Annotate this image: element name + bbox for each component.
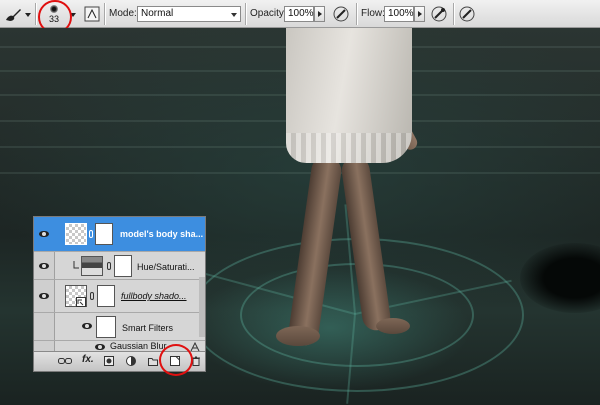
separator	[453, 3, 454, 25]
layer-name: fullbody shado...	[121, 291, 187, 301]
layer-name: Smart Filters	[122, 323, 174, 333]
brush-panel-toggle-icon[interactable]	[84, 6, 100, 22]
layer-mask-thumbnail[interactable]	[97, 285, 115, 307]
eye-icon[interactable]	[39, 293, 49, 299]
model-left-foot	[276, 326, 320, 346]
airbrush-pressure-opacity-icon[interactable]	[332, 5, 350, 23]
flow-slider-button[interactable]	[414, 6, 425, 22]
eye-icon[interactable]	[82, 323, 92, 329]
new-adjustment-layer-icon[interactable]	[126, 356, 136, 366]
layer-row-hue-saturation[interactable]: Hue/Saturati...	[34, 252, 205, 280]
opacity-label: Opacity:	[250, 8, 287, 19]
blend-mode-value: Normal	[141, 8, 174, 19]
new-group-icon[interactable]	[148, 356, 158, 366]
layer-thumbnail	[65, 223, 87, 245]
adjustment-thumbnail	[81, 256, 103, 276]
tool-options-bar: 33 Mode: Normal Opacity: 100% Flow: 100%	[0, 0, 600, 34]
flow-field[interactable]: 100%	[384, 6, 414, 22]
layer-mask-thumbnail[interactable]	[95, 223, 113, 245]
clipping-arrow-icon	[73, 261, 79, 269]
layers-scrollbar[interactable]	[199, 277, 205, 337]
separator	[104, 3, 105, 25]
link-chain-icon[interactable]	[89, 230, 93, 238]
filter-mask-thumbnail[interactable]	[96, 316, 116, 338]
layer-mask-thumbnail[interactable]	[114, 255, 132, 277]
eye-icon[interactable]	[39, 231, 49, 237]
layer-name: model's body sha...	[120, 229, 204, 239]
opacity-value: 100%	[288, 8, 314, 19]
flow-value: 100%	[388, 8, 414, 19]
chevron-down-icon	[231, 13, 237, 17]
link-chain-icon[interactable]	[107, 262, 111, 270]
eye-icon[interactable]	[95, 344, 105, 350]
link-layers-icon[interactable]	[58, 356, 72, 366]
model-dress	[286, 28, 412, 163]
stair-step	[0, 172, 600, 174]
separator	[35, 3, 36, 25]
tool-preset-dropdown-arrow[interactable]	[25, 13, 31, 17]
opacity-slider-button[interactable]	[314, 6, 325, 22]
separator	[245, 3, 246, 25]
model-right-foot	[376, 318, 410, 334]
tablet-pressure-size-icon[interactable]	[458, 5, 476, 23]
link-chain-icon[interactable]	[90, 292, 94, 300]
add-layer-style-button[interactable]: fx.	[82, 354, 94, 365]
layer-row-models-body-shadow[interactable]: model's body sha...	[34, 217, 205, 252]
smart-object-icon	[76, 297, 86, 307]
eye-icon[interactable]	[39, 263, 49, 269]
flow-label: Flow:	[361, 8, 385, 19]
layer-name: Hue/Saturati...	[137, 262, 195, 272]
new-layer-highlight-circle	[159, 344, 193, 376]
layer-row-smart-filters[interactable]: Smart Filters	[34, 313, 205, 341]
mode-label: Mode:	[109, 8, 137, 19]
cast-shadow	[520, 243, 600, 313]
separator	[356, 3, 357, 25]
blend-mode-select[interactable]: Normal	[137, 6, 241, 22]
opacity-field[interactable]: 100%	[284, 6, 314, 22]
layer-row-fullbody-shadow[interactable]: fullbody shado...	[34, 280, 205, 313]
layer-name: Gaussian Blur	[110, 341, 167, 351]
add-layer-mask-icon[interactable]	[104, 356, 114, 366]
airbrush-icon[interactable]	[430, 5, 448, 23]
brush-tool-icon[interactable]	[4, 6, 22, 22]
